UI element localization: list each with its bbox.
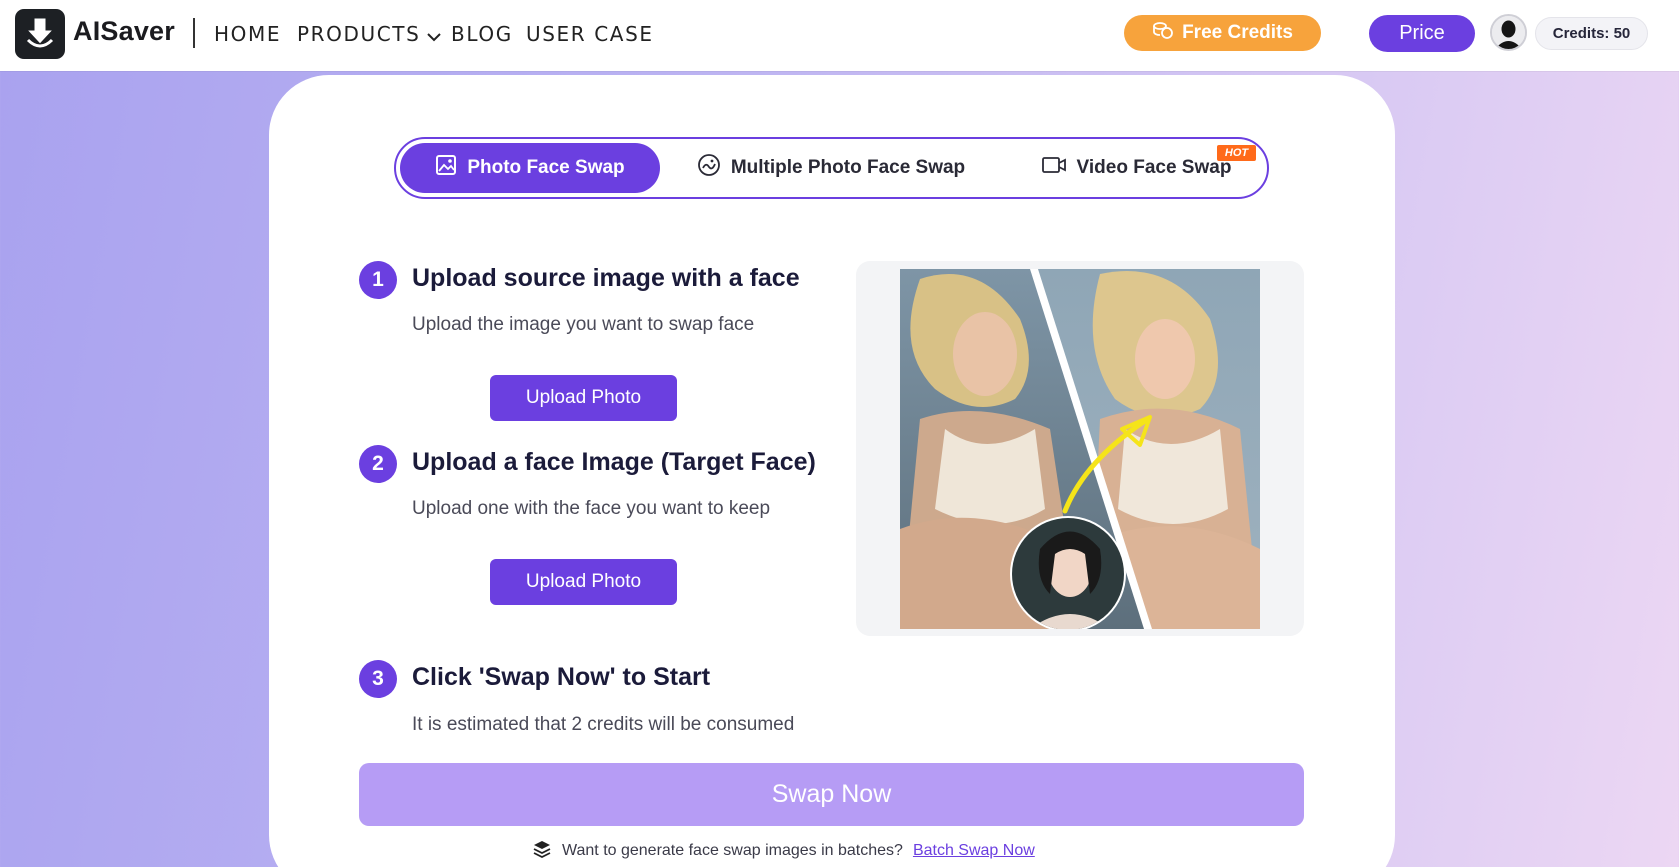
face-swap-example-image [900,269,1260,629]
nav-products-label: PRODUCTS [297,22,421,46]
step-3-title: Click 'Swap Now' to Start [412,663,711,691]
logo-text[interactable]: AISaver [73,16,175,47]
nav-blog[interactable]: BLOG [451,22,513,46]
nav-products[interactable]: PRODUCTS [297,22,442,48]
step-2-number: 2 [359,445,397,483]
free-credits-button[interactable]: Free Credits [1124,15,1321,51]
step-2-description: Upload one with the face you want to kee… [412,498,771,519]
step-1-title: Upload source image with a face [412,264,800,292]
chevron-down-icon [426,24,442,48]
price-button[interactable]: Price [1369,15,1475,52]
image-icon [435,154,457,182]
avatar[interactable] [1490,14,1527,51]
tab-video-face-swap[interactable]: Video Face Swap [1036,143,1236,193]
batch-swap-row: Want to generate face swap images in bat… [532,838,1035,864]
tab-label: Photo Face Swap [467,157,625,178]
nav-home[interactable]: HOME [214,22,281,46]
swap-now-button[interactable]: Swap Now [359,763,1304,826]
logo-icon[interactable] [15,9,65,59]
step-3-number: 3 [359,660,397,698]
hot-badge: HOT [1217,145,1256,161]
logo-divider [193,18,195,48]
nav-user-case[interactable]: USER CASE [526,22,654,46]
batch-text: Want to generate face swap images in bat… [562,842,903,859]
batch-swap-now-link[interactable]: Batch Swap Now [913,842,1035,860]
tab-bar: Photo Face Swap Multiple Photo Face Swap… [394,137,1269,199]
multi-face-icon [697,153,721,183]
step-3-description: It is estimated that 2 credits will be c… [412,714,795,735]
step-2-title: Upload a face Image (Target Face) [412,448,816,476]
upload-source-photo-button[interactable]: Upload Photo [490,375,677,421]
step-1-number: 1 [359,261,397,299]
free-credits-label: Free Credits [1182,22,1293,43]
tab-label: Video Face Swap [1076,157,1232,178]
tab-photo-face-swap[interactable]: Photo Face Swap [400,143,660,193]
upload-target-face-button[interactable]: Upload Photo [490,559,677,605]
step-1-description: Upload the image you want to swap face [412,314,755,335]
layers-icon [532,839,552,864]
video-icon [1041,155,1067,181]
credits-badge: Credits: 50 [1535,17,1648,50]
top-header: AISaver HOME PRODUCTS BLOG USER CASE Fre… [0,0,1679,71]
tab-multiple-photo-face-swap[interactable]: Multiple Photo Face Swap [686,143,976,193]
tab-label: Multiple Photo Face Swap [730,157,966,178]
coins-icon [1152,20,1174,46]
